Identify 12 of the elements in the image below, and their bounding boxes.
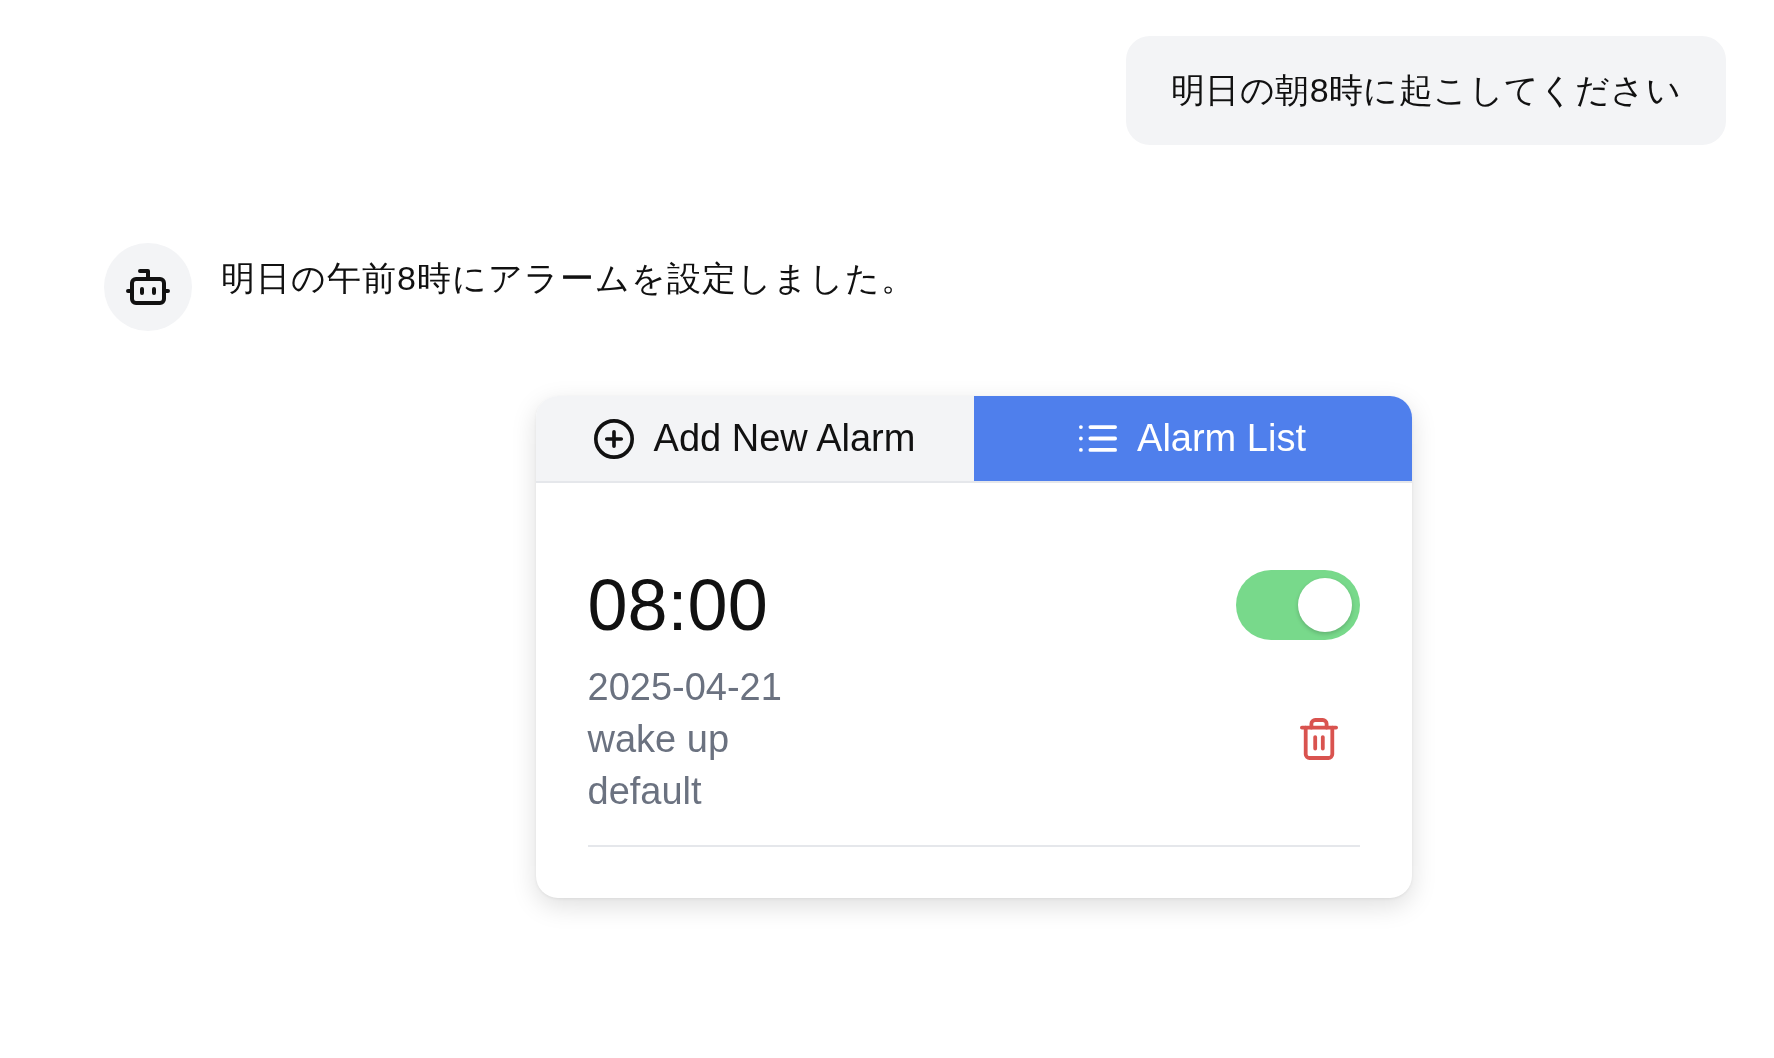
- tab[interactable]: Add New Alarm: [535, 396, 974, 481]
- user-message: 明日の朝8時に起こしてください: [1126, 36, 1726, 145]
- list-icon: [1079, 425, 1118, 452]
- alarm-label: wake up: [587, 717, 730, 762]
- bot-icon: [104, 243, 192, 331]
- alarm-sound: default: [587, 769, 702, 814]
- assistant-message: 明日の午前8時にアラームを設定しました。: [221, 258, 916, 299]
- plus-circle-icon: [593, 418, 634, 459]
- trash-icon[interactable]: [1299, 718, 1338, 760]
- alarm-date: 2025-04-21: [587, 665, 782, 710]
- tab[interactable]: Alarm List: [973, 396, 1412, 481]
- alarm-time: 08:00: [587, 569, 768, 641]
